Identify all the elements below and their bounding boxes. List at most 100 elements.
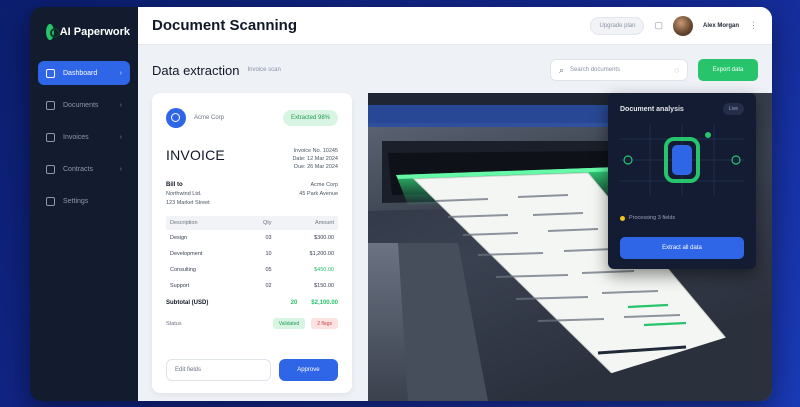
bill-to-line: 123 Market Street [166, 200, 210, 206]
chevron-right-icon: › [119, 69, 122, 77]
flags-tag[interactable]: 2 flags [311, 318, 338, 329]
invoice-title: INVOICE [166, 147, 225, 163]
grid-icon [46, 68, 55, 78]
bill-to-line: Northwind Ltd. [166, 191, 202, 197]
invoice-icon [46, 132, 55, 142]
status-row: Status Validated 2 flags [166, 318, 338, 329]
app-logo[interactable]: AI Paperwork [38, 19, 130, 45]
invoice-header: Acme Corp Extracted 98% [166, 105, 338, 131]
analysis-panel: Document analysis Live Processing 3 fiel… [608, 93, 756, 269]
table-cell: 03 [265, 235, 272, 241]
status-dot-icon [620, 215, 625, 221]
sidebar-item-label: Invoices [63, 133, 89, 141]
subtotal-label: Subtotal (USD) [166, 300, 209, 306]
chevron-right-icon: › [119, 165, 122, 173]
approve-button[interactable]: Approve [278, 359, 338, 381]
column-header: Description [166, 216, 244, 230]
section-title: Data extraction [152, 62, 240, 78]
section-subtitle: Invoice scan [247, 67, 281, 73]
edit-fields-button[interactable]: Edit fields [166, 359, 271, 381]
export-button[interactable]: Export data [698, 59, 758, 81]
subtotal-value: $2,100.00 [311, 300, 338, 306]
subtotal-qty: 20 [290, 300, 298, 306]
table-cell: 05 [265, 267, 272, 273]
document-icon [46, 100, 55, 110]
bill-to: Bill to Northwind Ltd. 123 Market Street [166, 181, 210, 208]
table-cell: $150.00 [314, 283, 334, 289]
extraction-badge[interactable]: Extracted 98% [282, 110, 338, 126]
more-icon[interactable]: ⋮ [749, 20, 758, 31]
sidebar-item-contracts[interactable]: Contracts › [38, 157, 130, 181]
settings-icon[interactable]: ◌ [674, 66, 679, 75]
table-row[interactable]: Development 10 $1,200.00 [166, 246, 338, 262]
app-window: AI Paperwork Dashboard › Documents › Inv… [30, 7, 772, 401]
line-items-table: Description Qty Amount Design 03 $300.00… [166, 216, 338, 294]
invoice-number: Invoice No. 10245 [293, 148, 338, 154]
invoice-meta: Invoice No. 10245 Date: 12 Mar 2024 Due:… [292, 147, 338, 171]
table-cell: Consulting [170, 267, 196, 273]
invoice-title-row: INVOICE Invoice No. 10245 Date: 12 Mar 2… [166, 147, 338, 171]
scan-visual-icon [620, 125, 744, 195]
column-header: Amount [275, 216, 338, 230]
chevron-right-icon: › [119, 101, 122, 109]
logo-icon [46, 24, 60, 40]
invoice-card: Acme Corp Extracted 98% INVOICE Invoice … [152, 93, 352, 393]
sidebar-item-label: Settings [63, 197, 89, 205]
sidebar: AI Paperwork Dashboard › Documents › Inv… [30, 7, 138, 401]
search-icon: ⌕ [559, 64, 565, 75]
invoice-date: Date: 12 Mar 2024 [292, 156, 338, 162]
logo-text: AI Paperwork [59, 26, 130, 38]
table-header-row: Description Qty Amount [166, 216, 338, 230]
table-row[interactable]: Support 02 $150.00 [166, 278, 338, 294]
avatar[interactable] [672, 15, 693, 36]
invoice-due: Due: 26 Mar 2024 [293, 164, 338, 170]
bill-from: Acme Corp 45 Park Avenue [299, 181, 338, 208]
main-area: Document Scanning Upgrade plan ▢ Alex Mo… [138, 7, 772, 401]
billing-info: Bill to Northwind Ltd. 123 Market Street… [166, 181, 338, 208]
table-cell: $1,200.00 [309, 251, 334, 257]
company-name: Acme Corp [194, 115, 225, 121]
user-name[interactable]: Alex Morgan [703, 23, 739, 29]
sidebar-item-label: Contracts [63, 165, 93, 173]
sidebar-item-settings[interactable]: Settings [38, 189, 130, 213]
table-cell: $450.00 [314, 267, 334, 273]
sidebar-item-documents[interactable]: Documents › [38, 93, 130, 117]
column-header: Qty [243, 216, 276, 230]
table-cell: Design [170, 235, 188, 241]
table-cell: 10 [265, 251, 272, 257]
bill-from-line: Acme Corp [310, 182, 338, 188]
search-input[interactable]: ⌕ Search documents ◌ [550, 59, 688, 81]
sidebar-item-invoices[interactable]: Invoices › [38, 125, 130, 149]
sidebar-item-dashboard[interactable]: Dashboard › [38, 61, 130, 85]
upgrade-button[interactable]: Upgrade plan [590, 16, 645, 35]
status-text: Processing 3 fields [629, 215, 676, 221]
chevron-right-icon: › [119, 133, 122, 141]
bell-icon[interactable]: ▢ [654, 20, 663, 31]
analysis-status: Processing 3 fields [620, 215, 675, 221]
table-cell: Development [170, 251, 203, 257]
top-bar: Document Scanning Upgrade plan ▢ Alex Mo… [138, 7, 772, 45]
company-logo-icon [166, 108, 186, 128]
table-row[interactable]: Consulting 05 $450.00 [166, 262, 338, 278]
bill-to-label: Bill to [166, 182, 183, 188]
status-label: Status [166, 320, 182, 327]
sidebar-item-label: Documents [63, 101, 99, 109]
table-row[interactable]: Design 03 $300.00 [166, 230, 338, 246]
subtotal-row: Subtotal (USD) 20 $2,100.00 [166, 300, 338, 306]
page-title: Document Scanning [152, 17, 298, 34]
top-bar-actions: Upgrade plan ▢ Alex Morgan ⋮ [590, 15, 758, 36]
contract-icon [46, 164, 55, 174]
invoice-actions: Edit fields Approve [166, 359, 338, 381]
validated-tag[interactable]: Validated [272, 318, 306, 329]
analysis-header: Document analysis Live [620, 103, 744, 115]
table-cell: Support [170, 283, 190, 289]
table-cell: 02 [265, 283, 272, 289]
settings-icon [46, 196, 55, 206]
extract-all-button[interactable]: Extract all data [620, 237, 744, 259]
table-cell: $300.00 [314, 235, 334, 241]
analysis-title: Document analysis [620, 105, 684, 113]
search-placeholder: Search documents [570, 67, 621, 73]
bill-from-line: 45 Park Avenue [299, 191, 338, 197]
live-toggle[interactable]: Live [722, 103, 744, 115]
page-header: Data extraction Invoice scan ⌕ Search do… [152, 57, 758, 83]
